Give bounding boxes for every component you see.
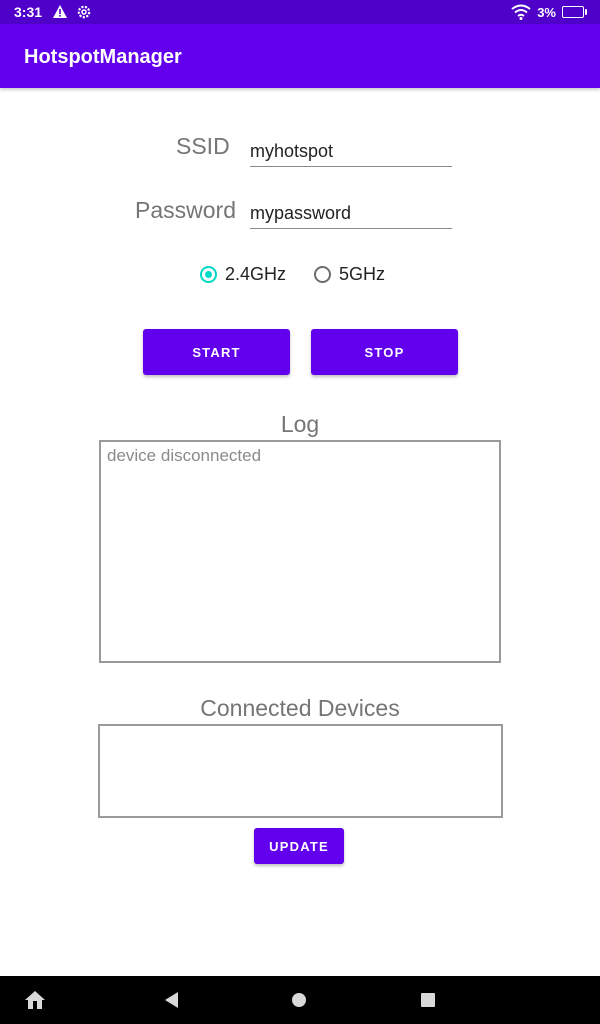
- navigation-bar: [0, 976, 600, 1024]
- status-time: 3:31: [14, 4, 43, 20]
- update-button[interactable]: UPDATE: [254, 828, 344, 864]
- app-bar: HotspotManager: [0, 24, 600, 88]
- ssid-input[interactable]: myhotspot: [250, 136, 452, 167]
- log-box[interactable]: device disconnected: [99, 440, 501, 663]
- radio-label-5ghz: 5GHz: [339, 264, 386, 284]
- home-icon[interactable]: [24, 990, 46, 1010]
- status-bar: 3:31 3%: [0, 0, 600, 24]
- ssid-label: SSID: [176, 133, 230, 159]
- radio-unchecked-icon: [314, 266, 332, 283]
- log-title: Log: [280, 411, 320, 437]
- settings-icon: [78, 5, 91, 19]
- radio-5ghz[interactable]: 5GHz: [314, 264, 385, 285]
- wifi-icon: [511, 4, 531, 20]
- password-input[interactable]: mypassword: [250, 198, 452, 229]
- battery-percent: 3%: [537, 4, 556, 20]
- connected-devices-title: Connected Devices: [200, 695, 400, 721]
- app-title: HotspotManager: [24, 46, 182, 68]
- home-circle-icon[interactable]: [292, 993, 306, 1007]
- battery-icon: [562, 6, 587, 18]
- log-text: device disconnected: [107, 446, 262, 465]
- radio-2-4ghz[interactable]: 2.4GHz: [200, 264, 286, 285]
- stop-button[interactable]: STOP: [311, 329, 458, 375]
- radio-label-2-4ghz: 2.4GHz: [225, 264, 287, 284]
- warning-icon: [53, 5, 67, 18]
- password-label: Password: [135, 197, 236, 223]
- connected-devices-box[interactable]: [98, 724, 503, 818]
- band-radio-group: 2.4GHz 5GHz: [200, 264, 385, 285]
- status-icons-left: [52, 4, 92, 25]
- radio-checked-icon: [200, 266, 217, 283]
- start-button[interactable]: START: [143, 329, 290, 375]
- recents-icon[interactable]: [421, 993, 435, 1007]
- status-icons-right: 3%: [511, 4, 587, 20]
- back-icon[interactable]: [165, 992, 178, 1008]
